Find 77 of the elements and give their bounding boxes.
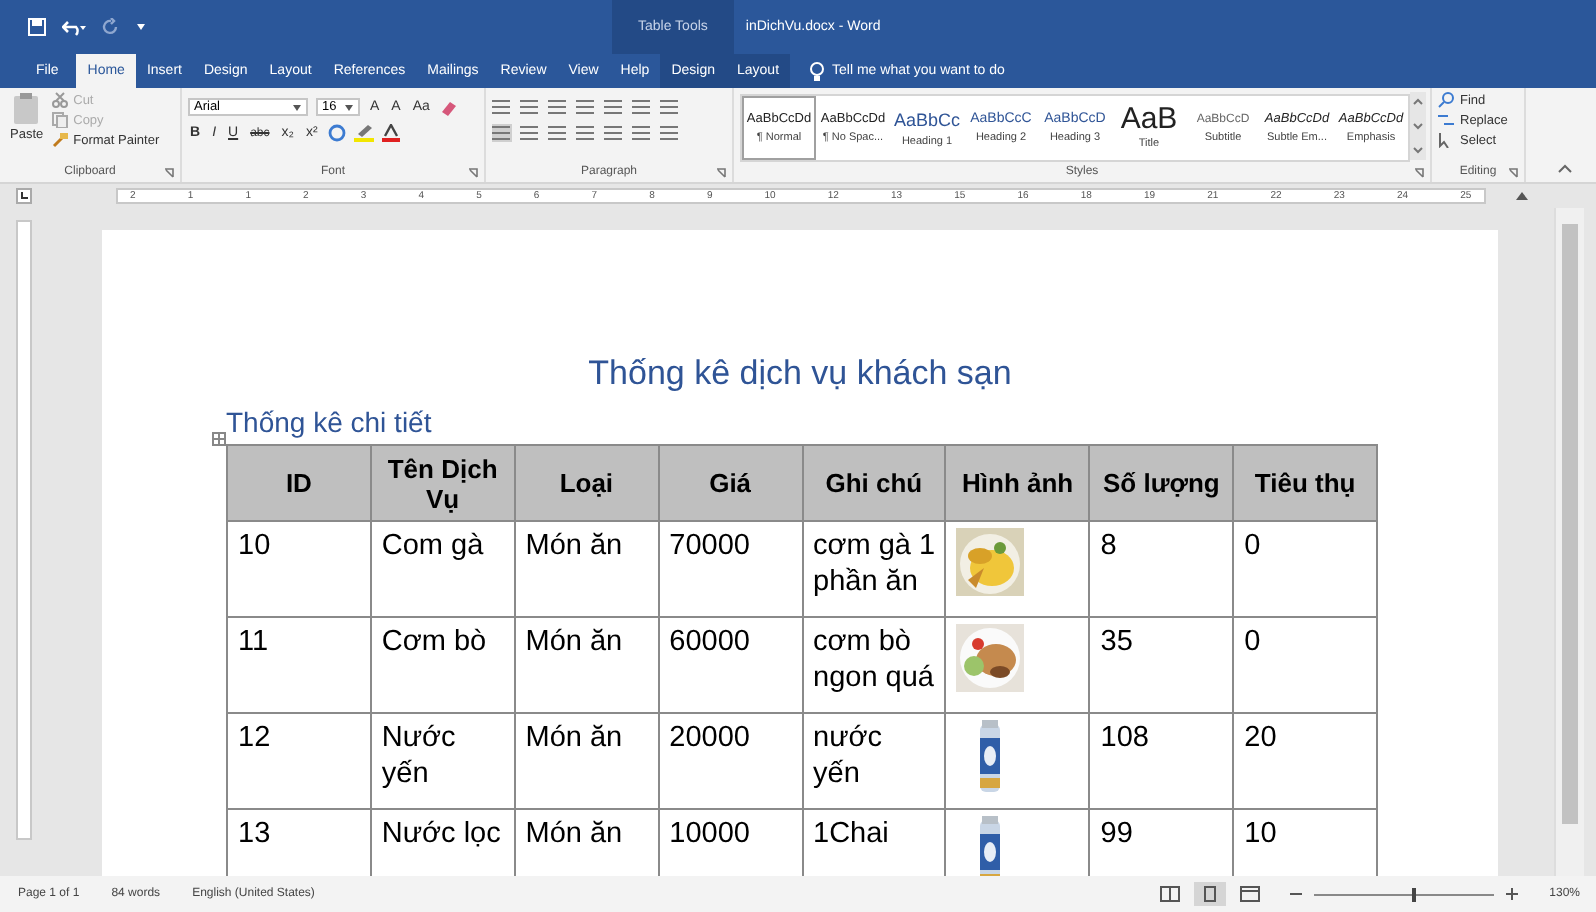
column-header: Hình ảnh [945, 445, 1090, 521]
undo-icon[interactable] [62, 18, 86, 36]
view-button[interactable] [1193, 882, 1226, 906]
table-cell: 1Chai [813, 818, 889, 850]
launcher-icon[interactable] [468, 168, 478, 178]
table-cell: 13 [238, 818, 271, 850]
section-heading: Thống kê chi tiết [226, 406, 434, 442]
table-cell: 12 [238, 722, 271, 754]
table-cell: Món ăn [525, 626, 623, 658]
table-cell: 99 [1100, 818, 1133, 850]
table-cell: Món ăn [525, 530, 623, 562]
save-icon[interactable] [28, 18, 46, 36]
launcher-icon[interactable] [716, 168, 726, 178]
column-header: Ghi chú [802, 445, 946, 521]
table-cell: 0 [1244, 626, 1261, 658]
eraser-icon[interactable] [439, 99, 456, 115]
launcher-icon[interactable] [1508, 168, 1518, 178]
copy-icon [51, 112, 68, 128]
caret-icon [292, 103, 302, 111]
highlighter-icon[interactable] [353, 124, 374, 142]
table-cell: 10 [1244, 818, 1277, 850]
table-cell: nước yến [813, 722, 883, 790]
column-header: Loại [514, 445, 659, 521]
clipboard-icon [12, 92, 41, 124]
caret-icon [344, 103, 354, 111]
table-cell: 20000 [669, 722, 750, 754]
launcher-icon[interactable] [1414, 168, 1424, 178]
print-layout-icon [1199, 886, 1220, 902]
table-cell: cơm gà 1 phần ăn [813, 530, 936, 598]
style-preview: AaBbCc [893, 109, 961, 129]
document-title: Thống kê dịch vụ khách sạn [586, 354, 1014, 396]
column-header: Tên Dịch Vụ [370, 445, 515, 521]
replace-icon [1438, 112, 1454, 128]
column-header: Tiêu thụ [1233, 445, 1377, 521]
web-layout-icon [1239, 886, 1260, 902]
table-cell: 11 [238, 626, 269, 658]
slider-thumb[interactable] [1412, 887, 1417, 901]
table-cell: 10000 [669, 818, 750, 850]
table-cell: cơm bò ngon quá [813, 626, 934, 694]
table-cell: Nước lọc [381, 818, 501, 850]
style-preview: AaB [1120, 106, 1178, 132]
table-cell: 108 [1100, 722, 1149, 754]
text-effects-icon[interactable] [327, 124, 346, 142]
scroll-up-icon[interactable] [1514, 188, 1530, 204]
zoom-in-icon[interactable] [1505, 888, 1518, 900]
table-cell: Com gà [381, 530, 484, 562]
lightbulb-icon [810, 61, 825, 81]
zoom-out-icon[interactable] [1289, 888, 1302, 900]
read-mode-icon [1159, 886, 1180, 902]
table-cell: 70000 [669, 530, 750, 562]
table-cell: 8 [1100, 530, 1117, 562]
table-cell: 10 [238, 530, 271, 562]
table-handle-icon[interactable] [212, 432, 226, 446]
table-cell: Món ăn [525, 818, 623, 850]
search-icon [1438, 92, 1454, 108]
table-cell: 35 [1100, 626, 1133, 658]
table-cell: Cơm bò [381, 626, 487, 658]
table-cell: Món ăn [525, 722, 623, 754]
scroll-thumb[interactable] [1562, 224, 1578, 824]
tab-selector-icon[interactable] [16, 188, 32, 204]
brush-icon [51, 132, 68, 148]
column-header: Số lượng [1089, 445, 1234, 521]
table-cell: 20 [1244, 722, 1277, 754]
launcher-icon[interactable] [164, 168, 174, 178]
font-color-icon[interactable] [381, 124, 400, 142]
gallery-scroll-icon[interactable] [1410, 92, 1426, 160]
caret-icon[interactable] [136, 22, 146, 32]
collapse-ribbon-icon[interactable] [1558, 164, 1572, 174]
scissors-icon [51, 92, 68, 108]
align-left-icon[interactable] [492, 124, 512, 142]
table-cell: 60000 [669, 626, 750, 658]
table-cell: 0 [1244, 530, 1261, 562]
vertical-scrollbar[interactable] [1554, 208, 1584, 876]
column-header: Giá [658, 445, 802, 521]
column-header: ID [227, 445, 371, 521]
redo-icon[interactable] [102, 18, 120, 36]
table-cell: Nước yến [381, 722, 456, 790]
